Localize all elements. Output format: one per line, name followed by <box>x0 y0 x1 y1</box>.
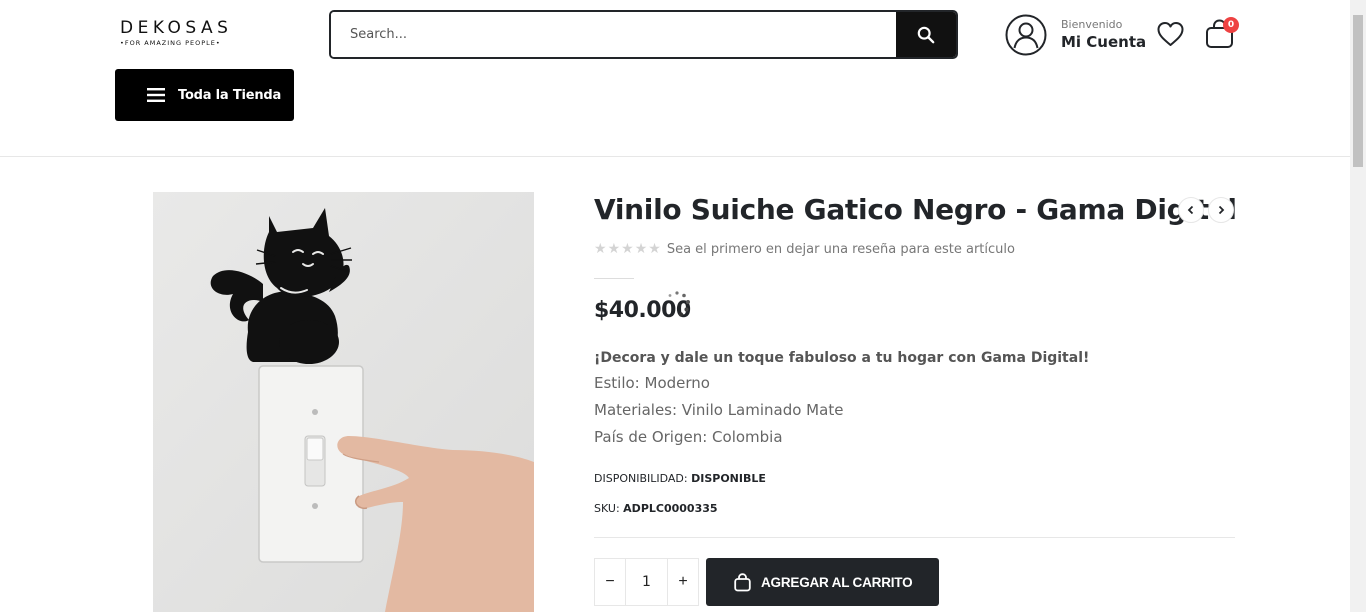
description-materials: Materiales: Vinilo Laminado Mate <box>594 401 844 419</box>
account-welcome: Bienvenido <box>1061 18 1123 31</box>
product-photo-illustration <box>153 192 534 612</box>
quantity-stepper: − 1 + <box>594 558 699 606</box>
logo-tagline: •FOR AMAZING PEOPLE• <box>120 39 221 47</box>
add-to-cart-button[interactable]: AGREGAR AL CARRITO <box>706 558 939 606</box>
loading-spinner-icon <box>668 291 690 317</box>
product-image[interactable] <box>153 192 534 612</box>
cart-count-badge: 0 <box>1223 17 1239 33</box>
product-description: ¡Decora y dale un toque fabuloso a tu ho… <box>594 346 1234 451</box>
divider <box>594 278 634 279</box>
availability-value: DISPONIBLE <box>691 472 766 485</box>
sku-label: SKU: <box>594 502 620 515</box>
chevron-right-icon <box>1218 205 1225 215</box>
hamburger-menu-icon <box>147 88 165 102</box>
site-logo[interactable]: DEKOSAS •FOR AMAZING PEOPLE• <box>120 18 235 50</box>
rating-stars: ★ ★ ★ ★ ★ <box>594 241 661 257</box>
star-icon: ★ <box>594 241 607 257</box>
user-icon <box>1005 14 1047 56</box>
heart-icon[interactable] <box>1156 20 1185 48</box>
add-to-cart-label: AGREGAR AL CARRITO <box>761 574 913 590</box>
product-nav <box>1178 197 1234 223</box>
sku: SKU: ADPLC0000335 <box>594 502 718 515</box>
account-name[interactable]: Mi Cuenta <box>1061 32 1146 52</box>
scrollbar-thumb[interactable] <box>1353 15 1363 167</box>
star-icon: ★ <box>607 241 621 257</box>
divider <box>594 537 1235 538</box>
product-rating: ★ ★ ★ ★ ★ Sea el primero en dejar una re… <box>594 241 1015 257</box>
account-link[interactable]: Bienvenido Mi Cuenta <box>1005 14 1146 56</box>
quantity-input[interactable]: 1 <box>625 559 668 605</box>
account-text: Bienvenido Mi Cuenta <box>1061 18 1146 52</box>
cart-button[interactable]: 0 <box>1205 17 1239 50</box>
quantity-decrease-button[interactable]: − <box>595 559 625 605</box>
search-icon <box>917 26 935 43</box>
quantity-increase-button[interactable]: + <box>668 559 698 605</box>
product-title: Vinilo Suiche Gatico Negro - Gama Digita… <box>594 193 1237 226</box>
search-input[interactable] <box>331 12 896 57</box>
all-store-label: Toda la Tienda <box>178 87 282 103</box>
star-icon: ★ <box>648 241 661 257</box>
availability: DISPONIBILIDAD: DISPONIBLE <box>594 472 766 485</box>
description-style: Estilo: Moderno <box>594 374 710 392</box>
prev-product-button[interactable] <box>1178 197 1204 223</box>
star-icon: ★ <box>621 241 634 257</box>
next-product-button[interactable] <box>1208 197 1234 223</box>
description-lead: ¡Decora y dale un toque fabuloso a tu ho… <box>594 350 1090 366</box>
search-button[interactable] <box>896 12 956 57</box>
review-link[interactable]: Sea el primero en dejar una reseña para … <box>667 242 1015 257</box>
site-header: DEKOSAS •FOR AMAZING PEOPLE• Bienvenido … <box>0 0 1350 157</box>
availability-label: DISPONIBILIDAD: <box>594 472 688 485</box>
search-bar <box>329 10 958 59</box>
all-store-menu-button[interactable]: Toda la Tienda <box>115 69 294 121</box>
star-icon: ★ <box>634 241 648 257</box>
page-scrollbar[interactable] <box>1350 0 1366 612</box>
chevron-left-icon <box>1187 205 1194 215</box>
logo-name: DEKOSAS <box>120 18 233 38</box>
sku-value: ADPLC0000335 <box>623 502 718 515</box>
shopping-bag-icon <box>734 572 751 591</box>
description-origin: País de Origen: Colombia <box>594 428 783 446</box>
